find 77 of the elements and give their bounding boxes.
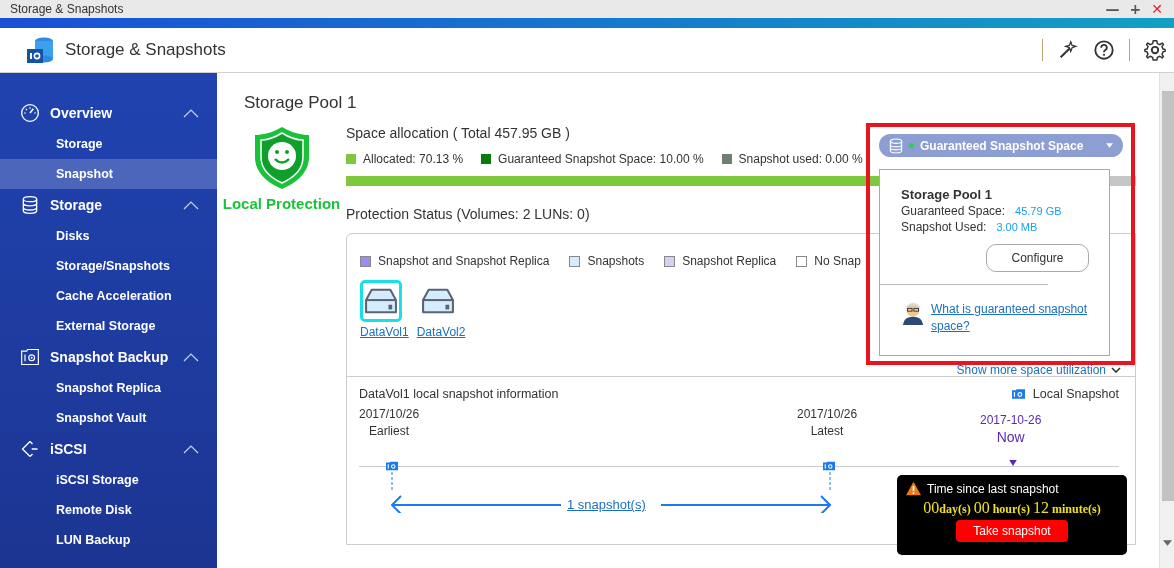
- maximize-button[interactable]: +: [1126, 1, 1145, 17]
- protection-status: Local Protection: [222, 195, 341, 213]
- date-label: 2017-10-26: [980, 413, 1042, 427]
- section-title: Protection Status (Volumes: 2 LUNs: 0): [346, 206, 590, 222]
- date-caption: Earliest: [368, 424, 411, 438]
- field-value: 45.79 GB: [1015, 205, 1062, 217]
- chevron-icon: [183, 444, 199, 454]
- date-caption: Latest: [809, 424, 845, 438]
- sidebar-item[interactable]: External Storage: [0, 311, 217, 341]
- popover-title: Storage Pool 1: [901, 187, 994, 202]
- snapshot-marker-icon[interactable]: [386, 461, 398, 471]
- sidebar-group[interactable]: iSCSI: [0, 433, 217, 465]
- sidebar-group[interactable]: Storage: [0, 189, 217, 221]
- tooltip-title: Time since last snapshot: [927, 481, 1059, 496]
- app-title: Storage & Snapshots: [65, 40, 226, 60]
- sidebar-group[interactable]: Snapshot Backup: [0, 341, 217, 373]
- sidebar-item[interactable]: Snapshot Vault: [0, 403, 217, 433]
- minimize-button[interactable]: —: [1102, 1, 1123, 17]
- legend-label: Snapshot and Snapshot Replica: [378, 254, 550, 268]
- chevron-icon: [183, 352, 199, 362]
- camera-icon: [1011, 389, 1025, 399]
- volume-tile[interactable]: [360, 280, 402, 322]
- volume-link[interactable]: DataVol2: [416, 325, 466, 339]
- chevron-icon: [183, 200, 199, 210]
- configure-button[interactable]: Configure: [986, 244, 1089, 272]
- gauge-icon: [20, 103, 40, 123]
- scrollbar[interactable]: [1159, 73, 1174, 568]
- legend-label: Guaranteed Snapshot Space: 10.00 %: [498, 152, 704, 166]
- sidebar-item[interactable]: Storage: [0, 129, 217, 159]
- legend-label: Allocated: 70.13 %: [363, 152, 464, 166]
- legend-label: Snapshot Replica: [682, 254, 777, 268]
- sidebar-item[interactable]: Remote Disk: [0, 495, 217, 525]
- field-label: Snapshot Used:: [901, 220, 987, 234]
- window-title: Storage & Snapshots: [10, 2, 124, 16]
- sidebar-item[interactable]: Disks: [0, 221, 217, 251]
- sidebar-group[interactable]: Overview: [0, 97, 217, 129]
- scroll-down-icon[interactable]: [1163, 540, 1172, 546]
- close-button[interactable]: ✕: [1148, 1, 1166, 17]
- app-logo-icon: [26, 36, 54, 64]
- sidebar-item[interactable]: LUN Backup: [0, 525, 217, 555]
- snapshot-marker-icon[interactable]: [823, 461, 835, 471]
- help-link[interactable]: What is guaranteed snapshot space?: [931, 301, 1106, 335]
- database-icon: [20, 195, 40, 215]
- show-more-link[interactable]: Show more space utilization: [956, 363, 1106, 377]
- warning-icon: [905, 481, 922, 496]
- page-title: Storage Pool 1: [244, 93, 358, 113]
- person-icon: [901, 301, 925, 325]
- magic-wand-icon[interactable]: [1057, 39, 1079, 61]
- sidebar-item[interactable]: iSCSI Storage: [0, 465, 217, 495]
- field-label: Guaranteed Space:: [901, 204, 1006, 218]
- sidebar-item[interactable]: Snapshot Replica: [0, 373, 217, 403]
- status-dot-icon: [909, 143, 914, 148]
- settings-icon[interactable]: [1144, 39, 1166, 61]
- take-snapshot-button[interactable]: Take snapshot: [956, 520, 1068, 542]
- field-value: 3.00 MB: [996, 221, 1038, 233]
- sidebar-item[interactable]: Cache Acceleration: [0, 281, 217, 311]
- legend-label: No Snap: [814, 254, 861, 268]
- legend-label: Local Snapshot: [1032, 387, 1119, 401]
- caret-icon: [1106, 143, 1113, 148]
- sidebar-item[interactable]: Storage/Snapshots: [0, 251, 217, 281]
- legend-label: Snapshot used: 0.00 %: [738, 152, 863, 166]
- database-icon: [889, 137, 903, 154]
- section-title: DataVol1 local snapshot information: [359, 387, 559, 401]
- date-label: 2017/10/26: [797, 407, 858, 421]
- date-caption: Now: [995, 429, 1026, 445]
- caret-icon: [1111, 367, 1121, 373]
- sidebar-item[interactable]: Snapshot: [0, 159, 217, 189]
- date-label: 2017/10/26: [359, 407, 420, 421]
- help-icon[interactable]: [1093, 39, 1115, 61]
- snapshot-count-link[interactable]: 1 snapshot(s): [567, 497, 646, 512]
- camera-icon: [20, 347, 40, 367]
- section-title: Space allocation ( Total 457.95 GB ): [346, 125, 570, 141]
- diamond-icon: [20, 439, 40, 459]
- chevron-icon: [183, 108, 199, 118]
- elapsed-time: 00day(s) 00 hour(s) 12 minute(s): [922, 499, 1102, 517]
- legend-label: Snapshots: [587, 254, 645, 268]
- volume-link[interactable]: DataVol1: [360, 325, 409, 339]
